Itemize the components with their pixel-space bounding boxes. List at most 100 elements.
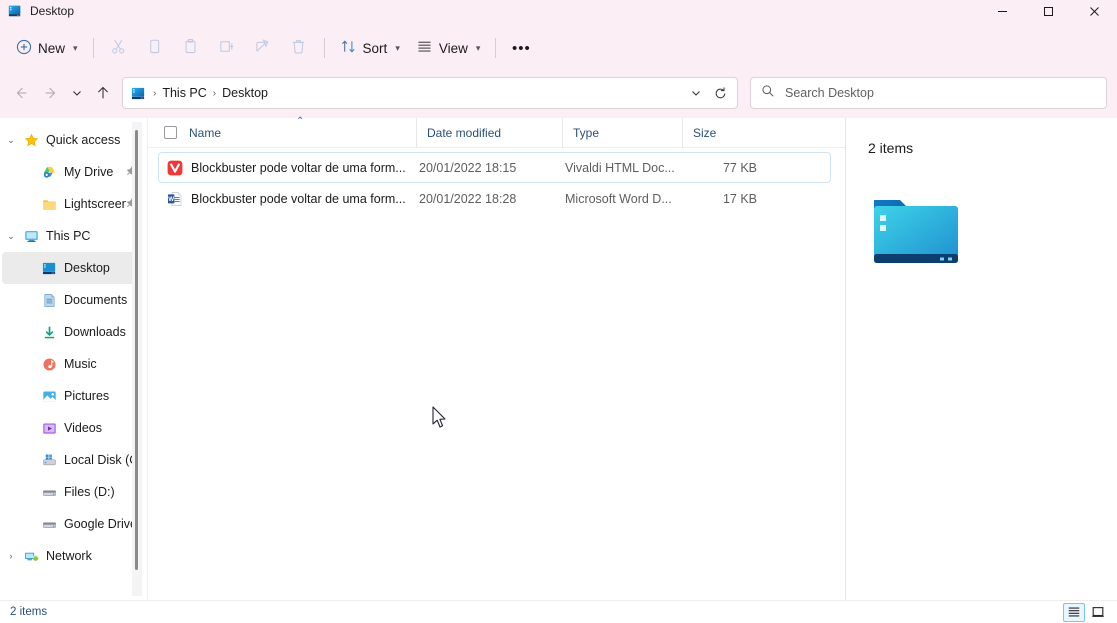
view-button[interactable]: View ▾ xyxy=(408,31,489,65)
up-button[interactable] xyxy=(88,78,118,108)
documents-icon xyxy=(38,293,60,308)
share-button[interactable] xyxy=(245,31,281,65)
column-header-type[interactable]: Type xyxy=(562,117,682,148)
table-row[interactable]: W Blockbuster pode voltar de uma form... 2… xyxy=(158,183,831,214)
column-header-date-label: Date modified xyxy=(427,125,502,140)
navigation-bar: › This PC › Desktop xyxy=(0,74,1117,118)
address-dropdown-button[interactable] xyxy=(685,87,707,99)
delete-button[interactable] xyxy=(281,31,317,65)
folder-icon xyxy=(38,197,60,212)
cut-button[interactable] xyxy=(101,31,137,65)
navigation-pane-scrollbar[interactable] xyxy=(132,122,142,596)
details-pane: 2 items xyxy=(845,118,1117,600)
sort-button[interactable]: Sort ▾ xyxy=(332,31,408,65)
sidebar-item-pictures[interactable]: ›Pictures xyxy=(2,380,141,412)
status-bar: 2 items xyxy=(0,600,1117,623)
videos-icon xyxy=(38,421,60,436)
select-all-checkbox[interactable] xyxy=(164,126,177,139)
search-input[interactable] xyxy=(785,86,1096,100)
maximize-button[interactable] xyxy=(1025,0,1071,22)
breadcrumb-item-desktop[interactable]: Desktop xyxy=(217,83,273,103)
toolbar-divider-3 xyxy=(495,38,497,58)
sidebar-item-videos[interactable]: ›Videos xyxy=(2,412,141,444)
column-header-name[interactable]: Name ⌃ xyxy=(160,115,416,148)
see-more-button[interactable]: ••• xyxy=(503,31,539,65)
sidebar-item-music[interactable]: ›Music xyxy=(2,348,141,380)
drive-icon xyxy=(38,485,60,500)
star-icon xyxy=(20,133,42,148)
breadcrumb-item-this-pc[interactable]: This PC xyxy=(157,83,211,103)
scissors-icon xyxy=(110,38,127,58)
sidebar-item-my-drive[interactable]: My Drive xyxy=(2,156,141,188)
sidebar-item-desktop[interactable]: ›Desktop xyxy=(2,252,141,284)
plus-circle-icon xyxy=(16,39,32,58)
window-controls xyxy=(979,0,1117,22)
recent-locations-button[interactable] xyxy=(66,78,88,108)
details-view-button[interactable] xyxy=(1063,602,1085,622)
paste-button[interactable] xyxy=(173,31,209,65)
file-name-label: Blockbuster pode voltar de uma form... xyxy=(191,160,406,175)
chevron-down-icon[interactable]: ⌄ xyxy=(2,231,20,242)
copy-icon xyxy=(146,38,163,58)
sidebar-item-label: Downloads xyxy=(64,325,126,339)
sidebar-item-files-d[interactable]: ›Files (D:) xyxy=(2,476,141,508)
file-list-pane: Name ⌃ Date modified Type Size Blockbust… xyxy=(148,115,845,600)
search-box[interactable] xyxy=(750,77,1107,109)
sidebar-item-downloads[interactable]: ›Downloads xyxy=(2,316,141,348)
sidebar-item-label: Quick access xyxy=(46,133,121,147)
search-icon xyxy=(761,84,775,103)
sidebar-item-this-pc[interactable]: ⌄ This PC xyxy=(2,220,141,252)
this-pc-icon xyxy=(20,229,42,244)
copy-button[interactable] xyxy=(137,31,173,65)
file-name-cell: W Blockbuster pode voltar de uma form... xyxy=(161,191,419,207)
file-size-cell: 77 KB xyxy=(722,160,757,175)
new-button[interactable]: New ▾ xyxy=(8,31,86,65)
sidebar-item-label: Files (D:) xyxy=(64,485,115,499)
sidebar-item-local-disk-c[interactable]: ›Local Disk (C:) xyxy=(2,444,141,476)
sidebar-item-documents[interactable]: ›Documents xyxy=(2,284,141,316)
sidebar-item-google-drive-g[interactable]: ›Google Drive (G xyxy=(2,508,141,540)
vivaldi-icon xyxy=(167,160,183,176)
address-bar[interactable]: › This PC › Desktop xyxy=(122,77,738,109)
column-header-type-label: Type xyxy=(573,125,600,140)
sort-ascending-icon: ⌃ xyxy=(296,115,305,127)
sidebar-item-label: Google Drive (G xyxy=(64,517,137,531)
window-title: Desktop xyxy=(30,4,75,18)
network-icon xyxy=(20,549,42,564)
column-header-name-label: Name xyxy=(189,125,222,140)
file-name-cell: Blockbuster pode voltar de uma form... xyxy=(161,160,419,176)
chevron-down-icon: ▾ xyxy=(73,42,78,53)
command-bar: New ▾ Sort ▾ View ▾ ••• xyxy=(0,22,1117,74)
sidebar-item-quick-access[interactable]: ⌄ Quick access xyxy=(2,124,141,156)
column-header-date-modified[interactable]: Date modified xyxy=(416,117,562,148)
pictures-icon xyxy=(38,389,60,404)
drive-icon xyxy=(38,517,60,532)
chevron-down-icon: ▾ xyxy=(395,42,400,53)
sidebar-item-lightscreen[interactable]: Lightscreen xyxy=(2,188,141,220)
rename-icon xyxy=(218,38,235,58)
column-headers: Name ⌃ Date modified Type Size xyxy=(148,115,845,148)
desktop-icon xyxy=(8,4,22,18)
chevron-down-icon[interactable]: ⌄ xyxy=(2,135,20,146)
trash-icon xyxy=(290,38,307,58)
scrollbar-thumb[interactable] xyxy=(135,130,138,570)
chevron-right-icon[interactable]: › xyxy=(2,551,20,561)
file-type-cell: Microsoft Word D... xyxy=(565,191,672,206)
large-icons-view-button[interactable] xyxy=(1087,603,1109,622)
details-item-count: 2 items xyxy=(868,140,914,156)
sidebar-item-label: This PC xyxy=(46,229,91,243)
forward-button[interactable] xyxy=(36,78,66,108)
table-row[interactable]: Blockbuster pode voltar de uma form... 20… xyxy=(158,152,831,183)
sidebar-item-label: Music xyxy=(64,357,97,371)
back-button[interactable] xyxy=(6,78,36,108)
chevron-down-icon: ▾ xyxy=(475,42,481,53)
minimize-button[interactable] xyxy=(979,0,1025,22)
paste-icon xyxy=(182,38,199,58)
close-button[interactable] xyxy=(1071,0,1117,22)
sidebar-item-network[interactable]: › Network xyxy=(2,540,141,572)
share-icon xyxy=(254,38,271,58)
refresh-button[interactable] xyxy=(707,86,733,101)
column-header-size[interactable]: Size xyxy=(682,117,760,148)
column-header-size-label: Size xyxy=(693,125,717,140)
rename-button[interactable] xyxy=(209,31,245,65)
